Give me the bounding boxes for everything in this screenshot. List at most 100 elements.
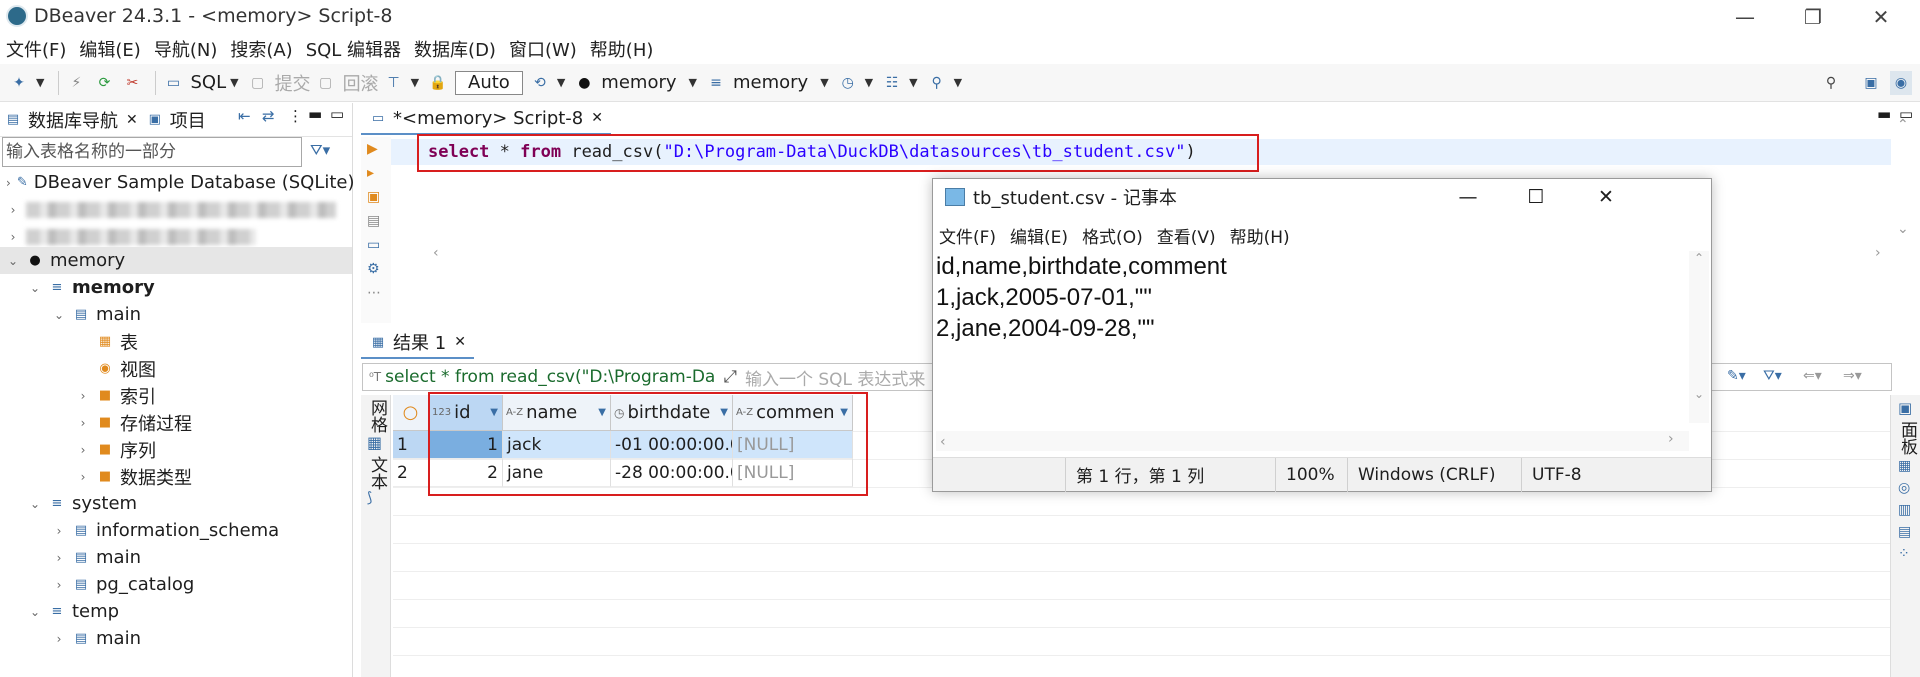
notepad-horizontal-scrollbar[interactable]: ‹ › (936, 431, 1689, 451)
notepad-maximize-button[interactable]: ☐ (1501, 179, 1571, 215)
notepad-minimize-button[interactable]: — (1433, 179, 1503, 215)
link-editor-icon[interactable]: ⇄ (262, 107, 275, 125)
tab-database-navigator[interactable]: 数据库导航 (28, 107, 118, 133)
menu-sql-editor[interactable]: SQL 编辑器 (306, 36, 401, 62)
chevron-right-icon[interactable]: › (76, 416, 90, 430)
sql-editor-icon[interactable]: ▭ (162, 71, 184, 95)
metadata-icon[interactable]: ◎ (1898, 477, 1920, 499)
scroll-up-icon[interactable]: ⌃ (1689, 251, 1709, 265)
calc-icon[interactable]: ▥ (1898, 499, 1920, 521)
navigator-filter-input[interactable]: 输入表格名称的一部分 (2, 137, 302, 167)
tree-item-pg-catalog[interactable]: › ▤ pg_catalog (0, 571, 352, 598)
scroll-left-icon[interactable]: ‹ (433, 245, 439, 261)
settings-icon[interactable]: ⚙ (367, 257, 391, 281)
close-icon[interactable]: ✕ (126, 112, 138, 128)
notepad-menu-file[interactable]: 文件(F) (939, 223, 996, 248)
menu-search[interactable]: 搜索(A) (230, 36, 292, 62)
panels-icon[interactable]: ▣ (1891, 395, 1920, 417)
new-connection-icon[interactable]: ✦ (8, 71, 30, 95)
notepad-menu-edit[interactable]: 编辑(E) (1010, 223, 1068, 248)
row-number[interactable]: 2 (393, 459, 429, 487)
chevron-right-icon[interactable]: › (76, 470, 90, 484)
tree-item-information-schema[interactable]: › ▤ information_schema (0, 517, 352, 544)
active-schema[interactable]: memory (733, 72, 808, 93)
tree-item-system[interactable]: ⌄ ≡ system (0, 490, 352, 517)
tree-item-datatypes[interactable]: › ■ 数据类型 (0, 463, 352, 490)
close-icon[interactable]: ✕ (591, 110, 603, 126)
references-icon[interactable]: ▤ (1898, 521, 1920, 543)
tree-item-tables[interactable]: ▦ 表 (0, 328, 352, 355)
text-view-toggle[interactable]: 文本 (365, 456, 390, 490)
network-icon[interactable]: ☷ (881, 71, 903, 95)
panels-toggle[interactable]: 面板 (1895, 421, 1920, 455)
chevron-down-icon[interactable]: ▼ (230, 76, 238, 89)
execute-script-icon[interactable]: ▸ (367, 161, 391, 185)
tree-item-procedures[interactable]: › ■ 存储过程 (0, 409, 352, 436)
filter-history-icon[interactable]: ⁰T (369, 370, 381, 384)
chevron-down-icon[interactable]: ⌄ (28, 281, 42, 295)
active-datasource[interactable]: memory (601, 72, 676, 93)
value-viewer-icon[interactable]: ▦ (1898, 455, 1920, 477)
tree-item-indexes[interactable]: › ■ 索引 (0, 382, 352, 409)
expand-icon[interactable]: ⤢ (723, 367, 737, 387)
chevron-down-icon[interactable]: ⌄ (28, 497, 42, 511)
explain-plan-icon[interactable]: ▤ (367, 209, 391, 233)
tree-item-redacted-connection[interactable]: › (0, 196, 352, 223)
scroll-right-icon[interactable]: › (1668, 431, 1674, 447)
chevron-down-icon[interactable]: ▼ (954, 76, 962, 89)
restore-button[interactable]: ❐ (1784, 0, 1842, 34)
minimize-view-icon[interactable]: ▬ (1877, 105, 1891, 123)
back-icon[interactable]: ⇐▾ (1803, 368, 1822, 384)
chevron-down-icon[interactable]: ⌄ (28, 605, 42, 619)
filter-icon[interactable]: ⛛▾ (1763, 368, 1782, 384)
connect-icon[interactable]: ⚡ (65, 71, 87, 95)
tree-item-sequences[interactable]: › ■ 序列 (0, 436, 352, 463)
collapse-all-icon[interactable]: ⇤ (238, 107, 251, 125)
notepad-vertical-scrollbar[interactable]: ⌃ ⌄ (1689, 251, 1709, 423)
sql-button[interactable]: SQL (190, 72, 226, 93)
menu-navigate[interactable]: 导航(N) (154, 36, 218, 62)
chevron-right-icon[interactable]: › (52, 524, 66, 538)
filter-expression-input[interactable]: 输入一个 SQL 表达式来 (745, 365, 925, 390)
tree-item-memory-database[interactable]: ⌄ ≡ memory (0, 274, 352, 301)
menu-window[interactable]: 窗口(W) (509, 36, 577, 62)
view-menu-icon[interactable]: ⋮ (288, 107, 303, 125)
minimize-button[interactable]: — (1716, 0, 1774, 34)
tree-item-temp[interactable]: ⌄ ≡ temp (0, 598, 352, 625)
chevron-down-icon[interactable]: ▼ (36, 76, 44, 89)
chevron-down-icon[interactable]: ▼ (909, 76, 917, 89)
dashboard-icon[interactable]: ◷ (837, 71, 859, 95)
notepad-menu-help[interactable]: 帮助(H) (1230, 223, 1290, 248)
tree-item-system-main[interactable]: › ▤ main (0, 544, 352, 571)
group-icon[interactable]: ⁘ (1898, 543, 1920, 565)
refresh-connection-icon[interactable]: ⟳ (93, 71, 115, 95)
menu-database[interactable]: 数据库(D) (414, 36, 496, 62)
notepad-menu-format[interactable]: 格式(O) (1082, 223, 1143, 248)
menu-file[interactable]: 文件(F) (6, 36, 66, 62)
find-icon[interactable]: ⚲ (926, 71, 948, 95)
history-icon[interactable]: ⟲ (529, 71, 551, 95)
notepad-text-area[interactable]: id,name,birthdate,comment 1,jack,2005-07… (936, 251, 1676, 421)
chevron-right-icon[interactable]: › (52, 632, 66, 646)
chevron-down-icon[interactable]: ▼ (411, 76, 419, 89)
chevron-down-icon[interactable]: ⌄ (6, 254, 20, 268)
tree-item-temp-main[interactable]: › ▤ main (0, 625, 352, 652)
lock-icon[interactable]: 🔒 (427, 71, 449, 95)
tab-project[interactable]: 项目 (170, 107, 206, 133)
close-button[interactable]: ✕ (1852, 0, 1910, 34)
output-console-icon[interactable]: ▭ (367, 233, 391, 257)
menu-edit[interactable]: 编辑(E) (79, 36, 140, 62)
chevron-down-icon[interactable]: ▼ (557, 76, 565, 89)
more-icon[interactable]: ⋯ (367, 281, 391, 305)
chevron-right-icon[interactable]: › (6, 230, 20, 244)
chevron-right-icon[interactable]: › (52, 578, 66, 592)
chevron-right-icon[interactable]: › (76, 443, 90, 457)
chevron-down-icon[interactable]: ▼ (865, 76, 873, 89)
notepad-close-button[interactable]: ✕ (1571, 179, 1641, 215)
notepad-menu-view[interactable]: 查看(V) (1157, 223, 1216, 248)
chevron-down-icon[interactable]: ⌄ (52, 308, 66, 322)
tab-results-1[interactable]: ▦ 结果 1 ✕ (361, 327, 474, 359)
transaction-mode-icon[interactable]: ⊤ (383, 71, 405, 95)
filter-icon[interactable]: ⛛▾ (310, 141, 330, 159)
disconnect-icon[interactable]: ✂ (121, 71, 143, 95)
